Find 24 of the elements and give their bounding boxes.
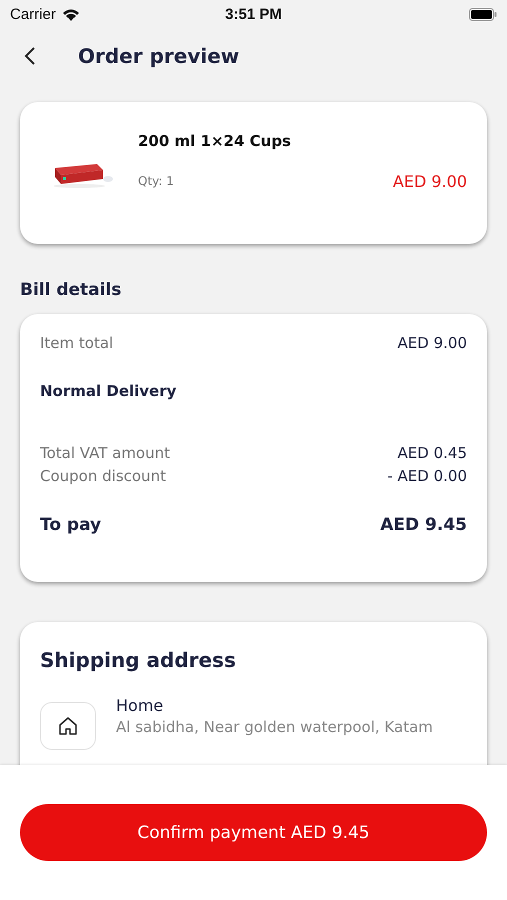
bill-label: Item total: [40, 334, 114, 352]
wifi-icon: [62, 8, 80, 20]
page-title: Order preview: [78, 44, 240, 68]
bill-label: Normal Delivery: [40, 382, 176, 400]
carrier-label: Carrier: [10, 6, 56, 22]
bill-label: To pay: [40, 515, 102, 535]
home-icon: [40, 702, 96, 750]
back-icon[interactable]: [24, 46, 36, 66]
bill-amount: AED 0.45: [398, 444, 467, 462]
bill-amount: AED 9.00: [398, 334, 467, 352]
clock-time: 3:51 PM: [225, 6, 282, 22]
battery-icon: [469, 8, 497, 20]
bill-label: Total VAT amount: [40, 444, 170, 462]
card-title: Shipping address: [40, 648, 237, 672]
bill-label: Coupon discount: [40, 467, 166, 485]
product-price: AED 9.00: [392, 172, 467, 190]
address-name: Home: [116, 696, 164, 715]
bill-amount: AED 9.45: [380, 515, 467, 535]
address-text: Al sabidha, Near golden waterpool, Katam: [116, 718, 433, 736]
confirm-payment-button[interactable]: Confirm payment AED 9.45: [20, 804, 487, 861]
product-name: 200 ml 1×24 Cups: [138, 132, 292, 150]
quantity-label: Qty: 1: [138, 174, 174, 188]
section-heading: Bill details: [20, 280, 122, 300]
bill-amount: - AED 0.00: [387, 467, 467, 485]
